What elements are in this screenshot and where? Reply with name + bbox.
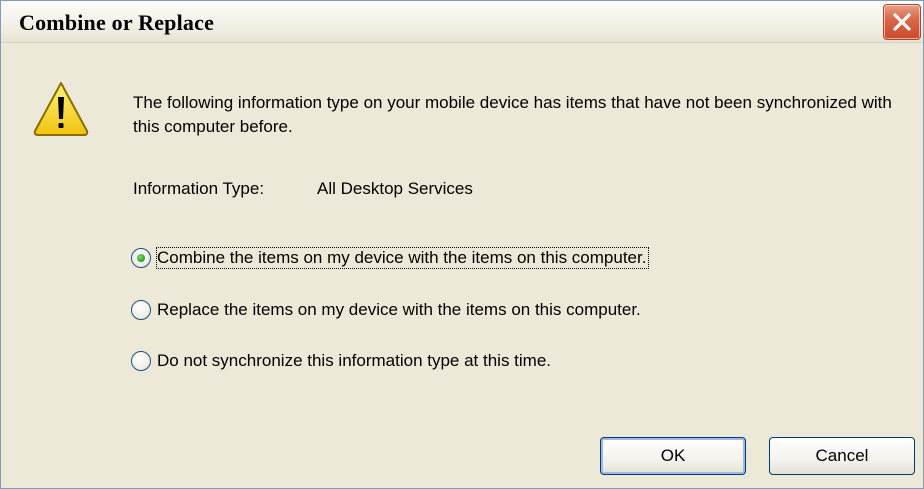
cancel-button[interactable]: Cancel (769, 437, 915, 475)
combine-or-replace-dialog: Combine or Replace The following informa… (0, 0, 924, 489)
radio-combine[interactable] (131, 248, 151, 268)
dialog-title: Combine or Replace (19, 10, 215, 35)
option-do-not-sync[interactable]: Do not synchronize this information type… (131, 348, 551, 374)
ok-button[interactable]: OK (600, 437, 746, 475)
dialog-message: The following information type on your m… (133, 93, 892, 136)
information-type-value: All Desktop Services (317, 179, 473, 198)
information-type-label: Information Type: (133, 179, 265, 198)
option-combine[interactable]: Combine the items on my device with the … (131, 245, 650, 271)
close-button[interactable] (883, 4, 921, 40)
option-combine-label[interactable]: Combine the items on my device with the … (155, 247, 650, 269)
option-replace-label[interactable]: Replace the items on my device with the … (157, 300, 641, 320)
title-bar[interactable]: Combine or Replace (1, 1, 923, 43)
radio-replace[interactable] (131, 300, 151, 320)
radio-do-not-sync[interactable] (131, 351, 151, 371)
warning-icon (31, 79, 91, 144)
close-icon (893, 13, 911, 31)
option-replace[interactable]: Replace the items on my device with the … (131, 297, 641, 323)
option-do-not-sync-label[interactable]: Do not synchronize this information type… (157, 351, 551, 371)
